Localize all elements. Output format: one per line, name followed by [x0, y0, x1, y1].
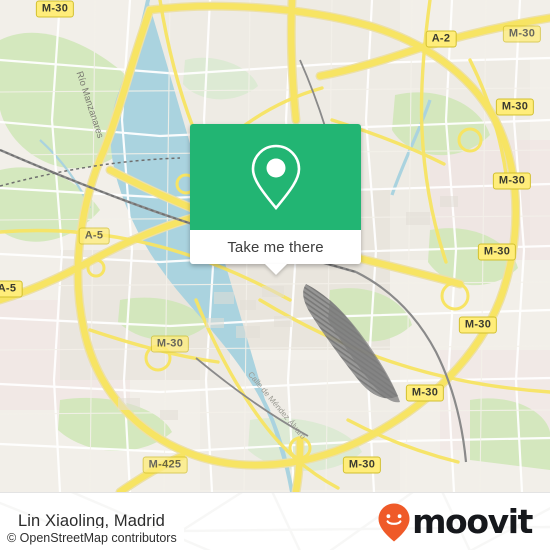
highway-shield: M-30 [492, 172, 532, 190]
highway-shield: M-30 [342, 456, 382, 474]
moovit-place-card: .bg { fill:#f2efe9; } .urban { fill:#eee… [0, 0, 550, 550]
popup-pointer-tail [264, 264, 287, 275]
highway-shield: M-425 [142, 456, 188, 474]
highway-shield: M-30 [150, 335, 190, 353]
highway-shield: A-5 [78, 227, 110, 245]
take-me-there-bar[interactable]: Take me there [190, 230, 361, 275]
take-me-there-label: Take me there [227, 238, 324, 256]
moovit-logo[interactable]: moovit [377, 502, 533, 542]
map-pin-icon [251, 144, 300, 211]
place-popup-card[interactable]: Take me there [190, 124, 361, 275]
highway-shield: M-30 [502, 25, 542, 43]
popup-icon-panel [190, 124, 361, 230]
highway-shield: M-30 [458, 316, 498, 334]
highway-shield: A-5 [0, 280, 23, 298]
highway-shield: M-30 [405, 384, 445, 402]
moovit-wordmark: moovit [412, 502, 533, 541]
moovit-pin-icon [378, 503, 410, 541]
highway-shield: A-2 [425, 30, 457, 48]
highway-shield: M-30 [477, 243, 517, 261]
highway-shield: M-30 [35, 0, 75, 18]
osm-attribution[interactable]: © OpenStreetMap contributors [0, 528, 184, 550]
highway-shield: M-30 [495, 98, 535, 116]
